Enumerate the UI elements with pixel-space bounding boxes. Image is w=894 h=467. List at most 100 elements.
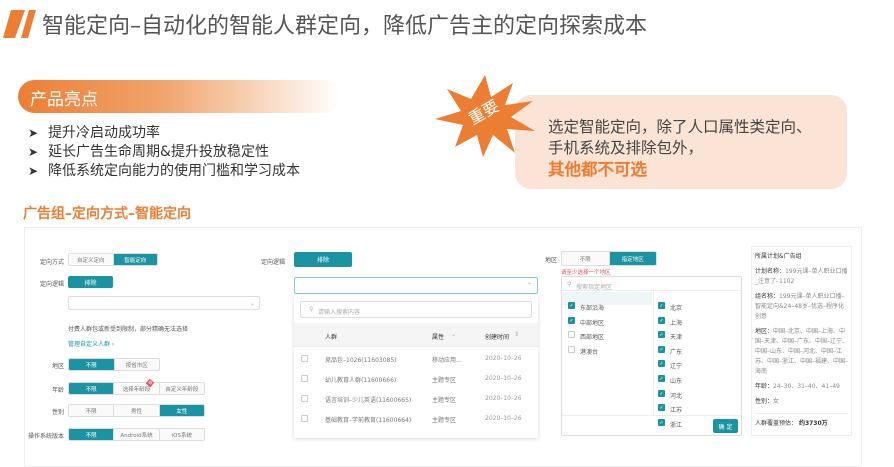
callout-emphasis: 其他都不可选: [548, 160, 647, 179]
province-checkbox[interactable]: ✓: [658, 418, 665, 426]
bullet-text: 延长广告生命周期&提升投放稳定性: [48, 144, 269, 160]
zone-item[interactable]: ✓ 中部地区: [562, 307, 652, 327]
audience-name: 语言培训–少儿英语(11600665): [325, 397, 412, 404]
row-checkbox[interactable]: [301, 415, 308, 422]
gender-label: 性别：: [755, 398, 774, 405]
gender-label: 性别: [51, 409, 64, 416]
table-row[interactable]: 语言培训–少儿英语(11600665) 主题专区 2020–10–26: [294, 391, 538, 407]
title-stripes-icon: [3, 10, 36, 38]
region-toggle[interactable]: 不限 按省市区: [68, 358, 160, 371]
os-toggle[interactable]: 不限 Android系统 iOS系统: [68, 428, 205, 441]
region-error: 请至少选择一个地区: [561, 270, 611, 276]
region-label: 地区: [545, 257, 558, 264]
audience-dropdown: ⚲ 请输入搜索内容 人群 属性 ⌄ 创建时间 ⇕ 竞品包–1026(11603085)…: [294, 295, 538, 438]
age-toggle[interactable]: 不限 选择年龄段 自定义年龄段: [68, 382, 205, 395]
row-checkbox[interactable]: [301, 375, 308, 382]
column-header[interactable]: 属性: [432, 332, 444, 341]
table-row[interactable]: 基础教育–学前教育(11600664) 主题专区 2020–10–26: [294, 411, 538, 427]
exclude-button[interactable]: 排除: [68, 276, 113, 288]
highlights-label: 产品亮点: [18, 80, 340, 113]
option[interactable]: 不限: [69, 405, 115, 416]
confirm-button[interactable]: 确 定: [713, 419, 738, 433]
arrow-bullet-icon: ➤: [28, 164, 39, 178]
option[interactable]: 不限: [69, 359, 115, 370]
option-custom[interactable]: 自定义定向: [69, 254, 114, 265]
search-icon: ⚲: [309, 306, 314, 313]
option-smart[interactable]: 智能定向: [113, 254, 157, 265]
callout-line: 手机系统及排除包外，: [548, 139, 704, 157]
audience-date: 2020–10–26: [485, 415, 522, 422]
option[interactable]: 自定义年龄段: [159, 383, 204, 394]
arrow-bullet-icon: ➤: [28, 126, 39, 140]
bullet-text: 降低系统定向能力的使用门槛和学习成本: [48, 163, 301, 179]
section-title: 广告组–定向方式–智能定向: [23, 206, 191, 222]
province-item[interactable]: ✓ 山东: [658, 365, 682, 385]
table-row[interactable]: 幼儿教育人群(11600666) 主题专区 2020–10–26: [294, 371, 538, 387]
audience-attr: 主题专区: [432, 417, 457, 424]
bullet-item: ➤ 降低系统定向能力的使用门槛和学习成本: [28, 160, 300, 180]
option[interactable]: 按省市区: [114, 359, 159, 370]
region-label: 地区：: [755, 328, 774, 335]
region-toggle[interactable]: 不限 指定地区: [561, 251, 657, 266]
row-checkbox[interactable]: [301, 355, 308, 362]
search-placeholder: 请输入搜索内容: [318, 309, 361, 316]
option[interactable]: iOS系统: [159, 429, 204, 440]
option[interactable]: 指定地区: [609, 252, 656, 265]
option[interactable]: 不限: [69, 429, 115, 440]
zone-item[interactable]: 西部地区: [562, 321, 652, 341]
option[interactable]: Android系统: [114, 429, 160, 440]
age-label: 年龄：: [755, 383, 774, 390]
filter-chevron-icon[interactable]: ⌄: [451, 331, 456, 338]
page-title: 智能定向–自动化的智能人群定向，降低广告主的定向探索成本: [42, 14, 648, 39]
age-value: 24–30、31–40、41–49: [773, 383, 840, 390]
audience-date: 2020–10–26: [485, 355, 522, 362]
logic-label: 定向逻辑: [261, 259, 286, 266]
estimate-value: 约3730万: [798, 420, 828, 427]
audience-attr: 主题专区: [432, 377, 457, 384]
region-label: 地区: [51, 363, 64, 370]
province-name: 浙江: [670, 421, 683, 429]
province-item[interactable]: ✓ 辽宁: [658, 350, 682, 370]
option[interactable]: 选择年龄段: [114, 383, 160, 394]
callout-box: 选定智能定向，除了人口属性类定向、 手机系统及排除包外， 其他都不可选: [515, 95, 847, 189]
row-checkbox[interactable]: [301, 395, 308, 402]
exclude-button[interactable]: 排除: [294, 252, 352, 267]
gender-toggle[interactable]: 不限 男性 女性: [68, 404, 205, 417]
audience-name: 基础教育–学前教育(11600664): [325, 417, 412, 424]
audience-select[interactable]: ⌄: [68, 296, 260, 310]
column-header[interactable]: 创建时间: [485, 332, 509, 341]
audience-select-open[interactable]: ⌃: [294, 277, 538, 294]
callout-line: 选定智能定向，除了人口属性类定向、: [548, 118, 812, 136]
sort-icon[interactable]: ⇕: [514, 331, 519, 338]
option[interactable]: 不限: [562, 252, 610, 265]
zone-name: 港澳台: [580, 348, 599, 356]
audience-search-input[interactable]: ⚲ 请输入搜索内容: [300, 301, 532, 318]
search-icon: ⚲: [567, 281, 572, 288]
note-text: 付费人群包或新受到限制，部分精确无法选择: [68, 326, 189, 333]
bullet-item: ➤ 提升冷启动成功率: [28, 122, 160, 142]
zone-checkbox[interactable]: [568, 345, 575, 353]
province-item[interactable]: ✓ 江苏: [658, 394, 682, 414]
targeting-method-toggle[interactable]: 自定义定向 智能定向: [68, 253, 158, 266]
province-item[interactable]: ✓ 北京: [658, 292, 682, 312]
os-label: 操作系统版本: [27, 433, 64, 440]
region-panel: ⚲ 搜索指定地区 ✓ 东部沿海 ✓ 中部地区 西部地区 港澳台 ✓ 北京 ✓ 上海 ✓ 天津 ✓ 广东 ✓ 辽宁…: [561, 276, 742, 436]
bullet-item: ➤ 延长广告生命周期&提升投放稳定性: [28, 141, 269, 161]
zone-item[interactable]: 港澳台: [562, 336, 652, 356]
column-header: 人群: [325, 334, 338, 341]
chevron-up-icon: ⌃: [526, 282, 532, 289]
chevron-down-icon: ⌄: [249, 300, 255, 307]
audience-attr: 移动应用...: [432, 357, 462, 364]
manage-audience-link[interactable]: 管理自定义人群 ›: [68, 339, 114, 348]
zone-item[interactable]: ✓ 东部沿海: [562, 292, 652, 312]
province-item[interactable]: ✓ 天津: [658, 321, 682, 341]
province-item[interactable]: ✓ 上海: [658, 307, 682, 327]
province-item[interactable]: ✓ 河北: [658, 380, 682, 400]
table-row[interactable]: 竞品包–1026(11603085) 移动应用... 2020–10–26: [294, 351, 538, 367]
option[interactable]: 男性: [114, 405, 160, 416]
option[interactable]: 不限: [69, 383, 115, 394]
option[interactable]: 女性: [159, 405, 204, 416]
province-item[interactable]: ✓ 广东: [658, 336, 682, 356]
audience-name: 竞品包–1026(11603085): [325, 357, 397, 364]
estimate-label: 人群覆盖预估：: [755, 420, 798, 427]
